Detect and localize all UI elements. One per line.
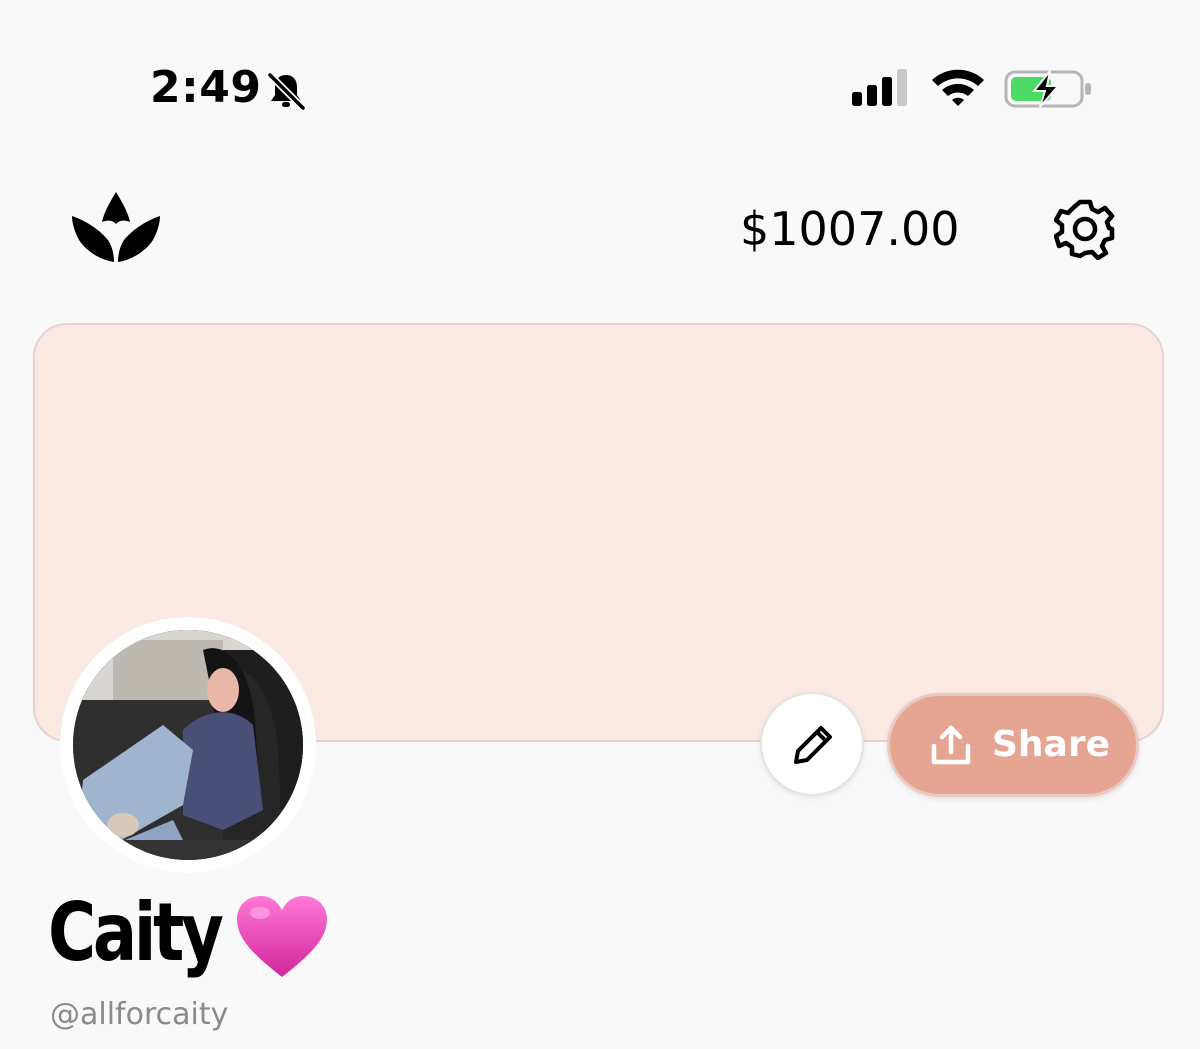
- profile-handle: @allforcaity: [50, 997, 229, 1032]
- avatar[interactable]: [73, 630, 303, 860]
- share-button[interactable]: Share: [887, 693, 1139, 797]
- crown-logo-icon[interactable]: [70, 190, 162, 266]
- upload-icon: [931, 725, 971, 765]
- profile-photo: [73, 630, 303, 860]
- status-time: 2:49: [150, 62, 262, 113]
- wifi-icon: [932, 69, 984, 106]
- wallet-balance[interactable]: $1007.00: [740, 202, 960, 256]
- battery-charging-icon: [1004, 70, 1091, 108]
- profile-screen: 2:49 $1007.00 Share Caity @allforcaity: [0, 0, 1200, 1049]
- pencil-icon: [794, 726, 832, 764]
- share-label: Share: [992, 724, 1111, 765]
- bell-slash-icon: [266, 71, 307, 112]
- edit-profile-button[interactable]: [760, 692, 864, 796]
- profile-name: Caity: [48, 886, 224, 979]
- pink-heart-icon: [237, 896, 327, 977]
- gear-icon[interactable]: [1054, 198, 1116, 260]
- cellular-signal-icon: [852, 69, 907, 106]
